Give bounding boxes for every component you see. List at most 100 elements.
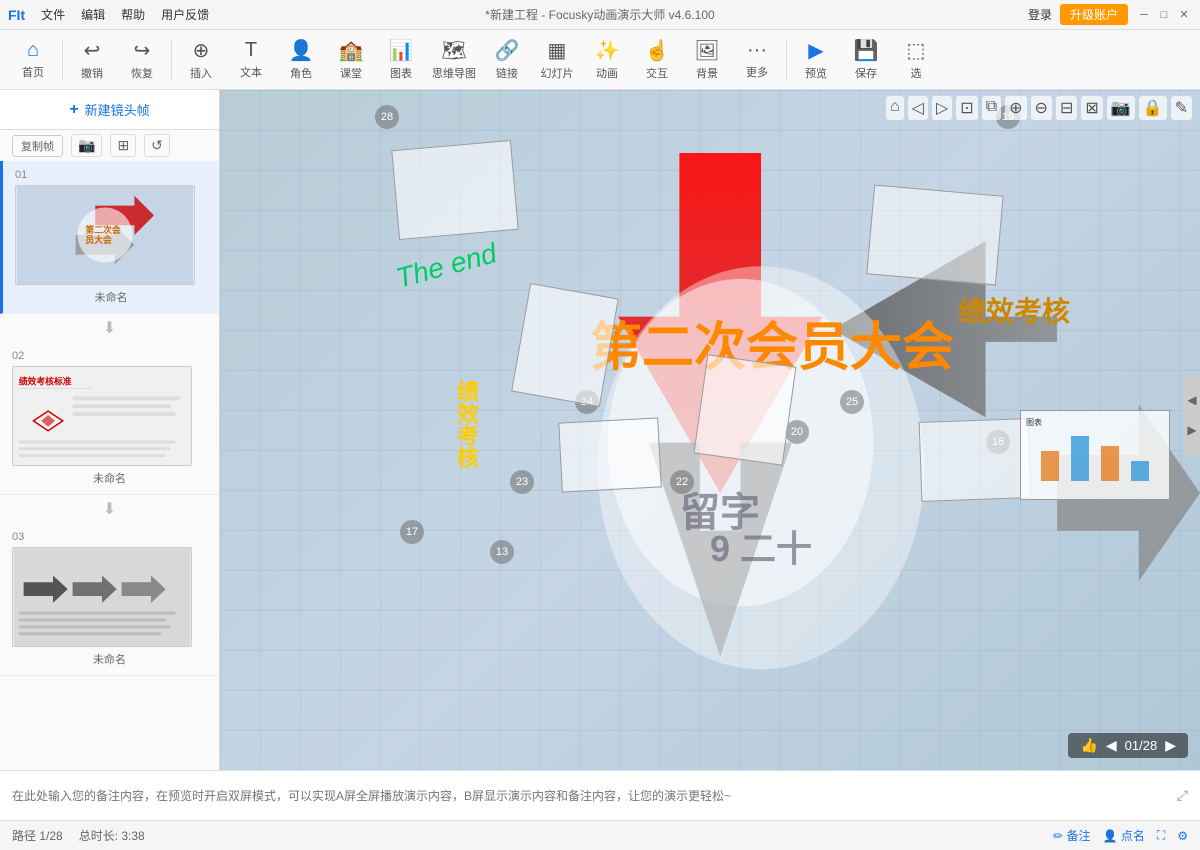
menu-feedback[interactable]: 用户反馈 xyxy=(161,6,209,23)
new-frame-label: 新建镜头帧 xyxy=(85,100,150,119)
classroom-icon: 🏫 xyxy=(339,38,364,63)
fullscreen-button[interactable]: ⛶ xyxy=(1157,828,1165,843)
tool-slide[interactable]: ▦ 幻灯片 xyxy=(532,33,582,87)
notes-input[interactable] xyxy=(12,789,1177,803)
tool-classroom[interactable]: 🏫 课堂 xyxy=(326,33,376,87)
minimize-button[interactable]: ─ xyxy=(1136,7,1152,23)
frame-num-3: 03 xyxy=(12,531,207,543)
tool-text[interactable]: T 文本 xyxy=(226,33,276,87)
frame-title-3: 未命名 xyxy=(12,651,207,667)
notes-expand-button[interactable]: ⤢ xyxy=(1177,787,1188,804)
card-box-2 xyxy=(511,283,619,407)
frame-title-2: 未命名 xyxy=(12,470,207,486)
frame-controls: 复制帧 📷 ⊞ ↺ xyxy=(0,130,219,161)
tool-animation[interactable]: ✨ 动画 xyxy=(582,33,632,87)
card-box-5 xyxy=(866,185,1003,286)
prev-slide-button[interactable]: 👍 xyxy=(1080,737,1097,754)
canvas-align-icon[interactable]: ⊟ xyxy=(1056,96,1077,120)
frame-item-3[interactable]: 03 xyxy=(0,523,219,676)
tool-more-label: 更多 xyxy=(746,64,768,80)
note-button[interactable]: ✏ 备注 xyxy=(1053,827,1090,844)
tool-background[interactable]: 🖼 背景 xyxy=(682,33,732,87)
slide-forward-button[interactable]: ▶ xyxy=(1165,737,1176,754)
animation-icon: ✨ xyxy=(595,38,620,63)
title-bar: FIt 文件 编辑 帮助 用户反馈 *新建工程 - Focusky动画演示大师 … xyxy=(0,0,1200,30)
preview-icon: ▶ xyxy=(808,38,823,63)
tool-role-label: 角色 xyxy=(290,65,312,81)
tool-undo[interactable]: ↩ 撤销 xyxy=(67,33,117,87)
tool-mindmap[interactable]: 🗺 思维导图 xyxy=(426,33,482,87)
frame-item-2[interactable]: 02 绩效考核标准 xyxy=(0,342,219,495)
tool-preview-label: 预览 xyxy=(805,65,827,81)
canvas-next-icon[interactable]: ▷ xyxy=(932,96,952,120)
card-box-4 xyxy=(693,354,796,466)
the-end-text: The end xyxy=(393,237,501,295)
tool-link[interactable]: 🔗 链接 xyxy=(482,33,532,87)
gold-text: 绩效考核 xyxy=(958,290,1070,330)
role-icon: 👤 xyxy=(289,38,314,63)
canvas-home-icon[interactable]: ⌂ xyxy=(886,96,904,120)
upgrade-button[interactable]: 升级账户 xyxy=(1060,4,1128,25)
menu-edit[interactable]: 编辑 xyxy=(81,6,105,23)
card-box-6 xyxy=(919,418,1032,502)
canvas-lock-icon[interactable]: 🔒 xyxy=(1139,96,1167,120)
tool-mindmap-label: 思维导图 xyxy=(432,65,476,81)
tool-preview[interactable]: ▶ 预览 xyxy=(791,33,841,87)
slide-icon: ▦ xyxy=(548,38,567,63)
tool-role[interactable]: 👤 角色 xyxy=(276,33,326,87)
canvas-prev-icon[interactable]: ◁ xyxy=(908,96,928,120)
tool-save[interactable]: 💾 保存 xyxy=(841,33,891,87)
canvas-fit-icon[interactable]: ⊡ xyxy=(956,96,977,120)
new-frame-button[interactable]: + 新建镜头帧 xyxy=(0,90,219,130)
canvas-zoom-out-icon[interactable]: ⊖ xyxy=(1031,96,1052,120)
card-box-3 xyxy=(558,417,662,492)
status-bar: 路径 1/28 总时长: 3:38 ✏ 备注 👤 点名 ⛶ ⚙ xyxy=(0,820,1200,850)
plus-icon: + xyxy=(69,101,78,119)
tool-interact-label: 交互 xyxy=(646,65,668,81)
frame-title-1: 未命名 xyxy=(15,289,207,305)
tool-redo[interactable]: ↪ 恢复 xyxy=(117,33,167,87)
canvas-collapse-right[interactable]: ▶ xyxy=(1184,405,1200,455)
screenshot-button[interactable]: 📷 xyxy=(71,134,102,157)
tool-more[interactable]: ··· 更多 xyxy=(732,33,782,87)
canvas-fullscreen-icon[interactable]: ⧉ xyxy=(982,96,1001,120)
canvas-edit-icon[interactable]: ✎ xyxy=(1171,96,1192,120)
grid-view-button[interactable]: ⊞ xyxy=(110,134,136,157)
tool-save-label: 保存 xyxy=(855,65,877,81)
copy-frame-button[interactable]: 复制帧 xyxy=(12,135,63,157)
slide-back-button[interactable]: ◀ xyxy=(1106,737,1117,754)
settings-button[interactable]: ⚙ xyxy=(1177,829,1188,843)
badge-28: 28 xyxy=(375,105,399,129)
tool-select[interactable]: ⬚ 选 xyxy=(891,33,941,87)
card-box-1 xyxy=(391,140,518,240)
badge-23: 23 xyxy=(510,470,534,494)
menu-file[interactable]: 文件 xyxy=(41,6,65,23)
interact-icon: ☝ xyxy=(645,38,670,63)
point-button[interactable]: 👤 点名 xyxy=(1103,827,1145,844)
canvas-zoom-in-icon[interactable]: ⊕ xyxy=(1005,96,1026,120)
svg-text:第二次会: 第二次会 xyxy=(85,224,120,235)
login-button[interactable]: 登录 xyxy=(1028,6,1052,23)
home-icon: ⌂ xyxy=(27,39,39,62)
toolbar-sep-3 xyxy=(786,40,787,80)
tool-background-label: 背景 xyxy=(696,65,718,81)
tool-classroom-label: 课堂 xyxy=(340,65,362,81)
tool-link-label: 链接 xyxy=(496,65,518,81)
canvas-camera-icon[interactable]: 📷 xyxy=(1107,96,1135,120)
rotate-button[interactable]: ↺ xyxy=(144,134,170,157)
canvas-distribute-icon[interactable]: ⊠ xyxy=(1081,96,1102,120)
canvas-area[interactable]: ⌂ ◁ ▷ ⊡ ⧉ ⊕ ⊖ ⊟ ⊠ 📷 🔒 ✎ xyxy=(220,90,1200,770)
frame-sep-1: ⬇ xyxy=(0,314,219,342)
tool-interact[interactable]: ☝ 交互 xyxy=(632,33,682,87)
svg-text:员大会: 员大会 xyxy=(85,234,112,245)
badge-25: 25 xyxy=(840,390,864,414)
tool-redo-label: 恢复 xyxy=(131,65,153,81)
tool-insert[interactable]: ⊕ 插入 xyxy=(176,33,226,87)
maximize-button[interactable]: □ xyxy=(1156,7,1172,23)
background-icon: 🖼 xyxy=(694,38,719,63)
tool-chart[interactable]: 📊 图表 xyxy=(376,33,426,87)
menu-help[interactable]: 帮助 xyxy=(121,6,145,23)
frame-item-1[interactable]: 01 第二次会 员大会 xyxy=(0,161,219,314)
tool-home[interactable]: ⌂ 首页 xyxy=(8,33,58,87)
close-button[interactable]: ✕ xyxy=(1176,7,1192,23)
